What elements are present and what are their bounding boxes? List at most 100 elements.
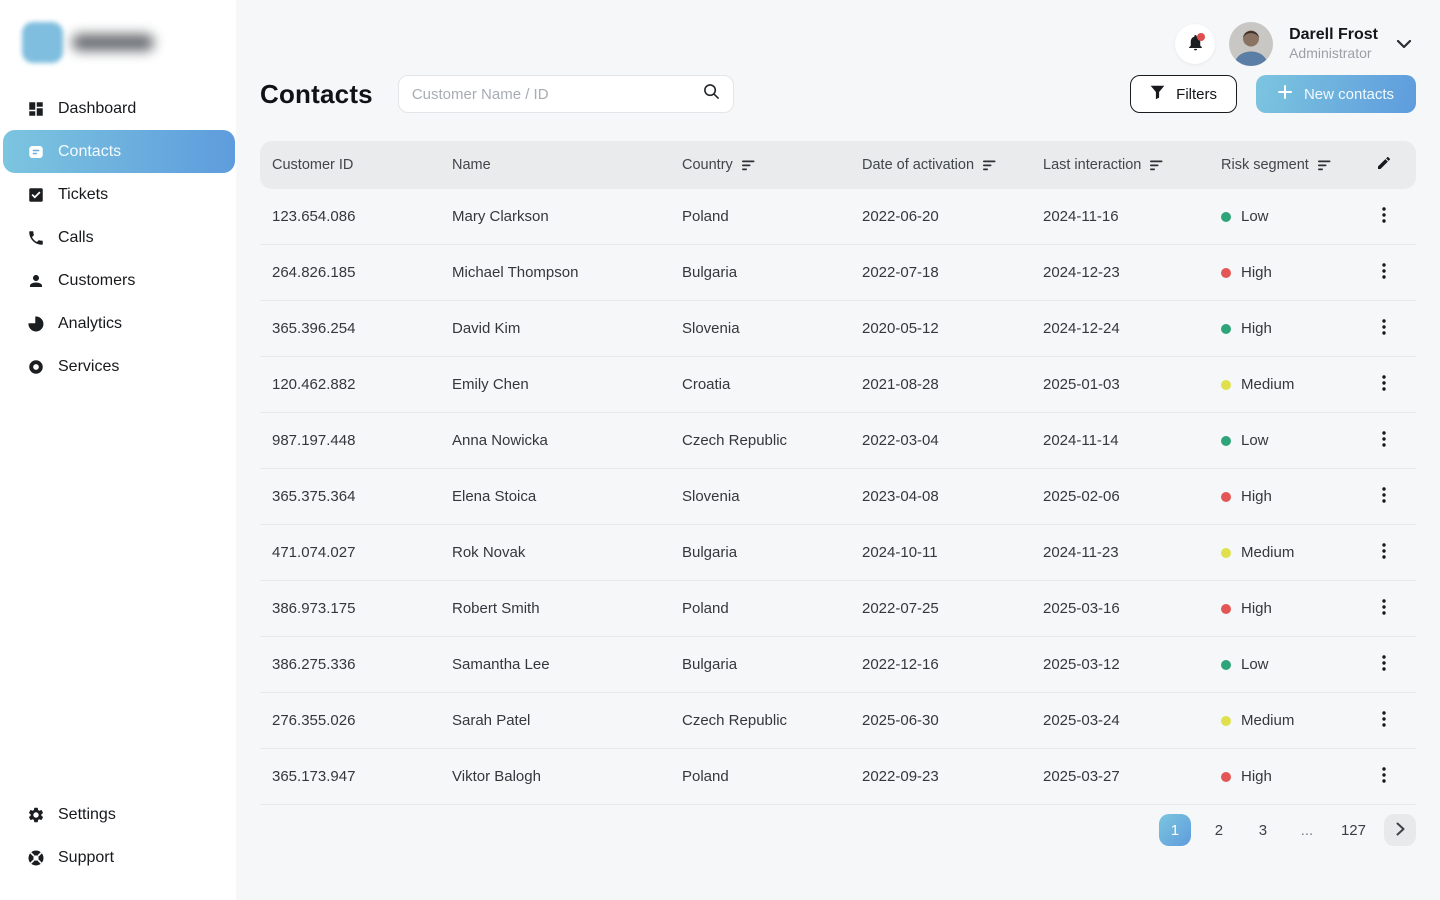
sidebar-item-label: Calls (58, 229, 94, 247)
column-header-risk-segment[interactable]: Risk segment (1221, 157, 1364, 173)
sidebar-item-label: Settings (58, 806, 116, 824)
sidebar-item-settings[interactable]: Settings (0, 793, 236, 836)
cell-last-interaction: 2025-03-12 (1043, 656, 1221, 673)
cell-country: Czech Republic (682, 712, 862, 729)
sidebar-item-calls[interactable]: Calls (0, 216, 236, 259)
sort-icon[interactable] (1150, 160, 1164, 171)
user-role: Administrator (1289, 45, 1378, 63)
cell-name: Viktor Balogh (452, 768, 682, 785)
kebab-icon (1382, 263, 1386, 282)
risk-label: High (1241, 264, 1272, 281)
funnel-icon (1150, 85, 1165, 104)
cell-country: Bulgaria (682, 656, 862, 673)
column-label: Name (452, 157, 491, 173)
user-name: Darell Frost (1289, 25, 1378, 45)
cell-risk-segment: Low (1221, 656, 1364, 673)
row-menu-button[interactable] (1371, 596, 1397, 622)
cell-activation-date: 2022-09-23 (862, 768, 1043, 785)
cell-risk-segment: Low (1221, 432, 1364, 449)
edit-columns-button[interactable] (1364, 155, 1404, 175)
cell-risk-segment: High (1221, 320, 1364, 337)
column-header-last-interaction[interactable]: Last interaction (1043, 157, 1221, 173)
sidebar-item-label: Analytics (58, 315, 122, 333)
cell-activation-date: 2020-05-12 (862, 320, 1043, 337)
row-menu-button[interactable] (1371, 372, 1397, 398)
cell-risk-segment: Medium (1221, 712, 1364, 729)
gear-icon (27, 806, 45, 824)
cell-activation-date: 2024-10-11 (862, 544, 1043, 561)
risk-dot (1221, 604, 1231, 614)
row-menu-button[interactable] (1371, 484, 1397, 510)
kebab-icon (1382, 655, 1386, 674)
risk-dot (1221, 492, 1231, 502)
new-contacts-button[interactable]: New contacts (1256, 75, 1416, 113)
table-row: 120.462.882Emily ChenCroatia2021-08-2820… (260, 357, 1416, 413)
search-input[interactable] (412, 86, 703, 103)
cell-customer-id: 987.197.448 (272, 432, 452, 449)
next-page-button[interactable] (1384, 814, 1416, 846)
row-menu-button[interactable] (1371, 316, 1397, 342)
row-menu-button[interactable] (1371, 428, 1397, 454)
sort-icon[interactable] (1318, 160, 1332, 171)
risk-label: High (1241, 488, 1272, 505)
kebab-icon (1382, 543, 1386, 562)
column-header-country[interactable]: Country (682, 157, 862, 173)
column-header-name: Name (452, 157, 682, 173)
avatar-photo (1229, 22, 1273, 66)
cell-last-interaction: 2024-11-14 (1043, 432, 1221, 449)
cell-country: Slovenia (682, 488, 862, 505)
sidebar-item-dashboard[interactable]: Dashboard (0, 87, 236, 130)
sidebar-item-services[interactable]: Services (0, 345, 236, 388)
user-menu-button[interactable] (1392, 33, 1416, 56)
notifications-button[interactable] (1175, 24, 1215, 64)
logo-wordmark-blurred (72, 34, 154, 51)
page-button-3[interactable]: 3 (1247, 814, 1279, 846)
risk-label: High (1241, 320, 1272, 337)
new-contacts-label: New contacts (1304, 86, 1394, 103)
sidebar-item-support[interactable]: Support (0, 836, 236, 879)
sidebar-item-contacts[interactable]: Contacts (3, 130, 235, 173)
column-header-date-of-activation[interactable]: Date of activation (862, 157, 1043, 173)
contact-card-icon (27, 143, 45, 161)
sort-icon[interactable] (742, 160, 756, 171)
row-menu-button[interactable] (1371, 260, 1397, 286)
avatar[interactable] (1229, 22, 1273, 66)
row-menu-button[interactable] (1371, 540, 1397, 566)
row-menu-button[interactable] (1371, 652, 1397, 678)
sidebar-nav: DashboardContactsTickets Calls Customers An… (0, 87, 236, 388)
sidebar-item-customers[interactable]: Customers (0, 259, 236, 302)
cell-activation-date: 2022-03-04 (862, 432, 1043, 449)
risk-label: Medium (1241, 376, 1294, 393)
column-label: Country (682, 157, 733, 173)
sidebar-item-analytics[interactable]: Analytics (0, 302, 236, 345)
table-row: 386.275.336Samantha LeeBulgaria2022-12-1… (260, 637, 1416, 693)
cell-country: Poland (682, 600, 862, 617)
title-row: Contacts Filters New con (260, 74, 1416, 114)
table-row: 987.197.448Anna NowickaCzech Republic202… (260, 413, 1416, 469)
filters-button[interactable]: Filters (1130, 75, 1237, 113)
cell-activation-date: 2025-06-30 (862, 712, 1043, 729)
row-menu-button[interactable] (1371, 204, 1397, 230)
cell-customer-id: 365.173.947 (272, 768, 452, 785)
logo (0, 20, 236, 64)
cell-customer-id: 365.375.364 (272, 488, 452, 505)
table-row: 365.375.364Elena StoicaSlovenia2023-04-0… (260, 469, 1416, 525)
person-icon (27, 272, 45, 290)
sidebar-item-tickets[interactable]: Tickets (0, 173, 236, 216)
search-icon (703, 83, 720, 105)
sidebar-item-label: Customers (58, 272, 135, 290)
cell-last-interaction: 2024-12-23 (1043, 264, 1221, 281)
kebab-icon (1382, 487, 1386, 506)
phone-icon (27, 229, 45, 247)
sidebar: DashboardContactsTickets Calls Customers An… (0, 0, 236, 900)
page-button-1[interactable]: 1 (1159, 814, 1191, 846)
row-menu-button[interactable] (1371, 764, 1397, 790)
sort-icon[interactable] (983, 160, 997, 171)
cell-customer-id: 471.074.027 (272, 544, 452, 561)
search-box (398, 75, 734, 113)
risk-label: High (1241, 600, 1272, 617)
page-button-127[interactable]: 127 (1335, 814, 1372, 846)
cell-risk-segment: High (1221, 488, 1364, 505)
row-menu-button[interactable] (1371, 708, 1397, 734)
page-button-2[interactable]: 2 (1203, 814, 1235, 846)
